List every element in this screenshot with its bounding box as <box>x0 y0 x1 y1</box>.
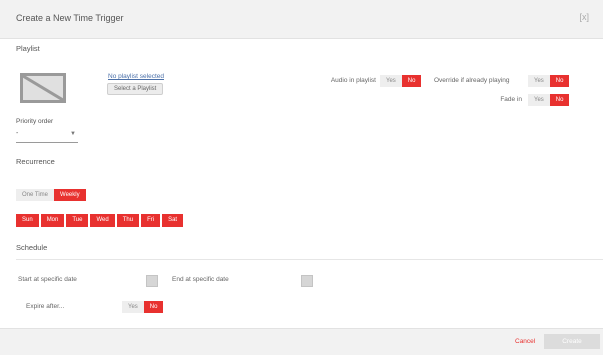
day-mon-button[interactable]: Mon <box>40 214 65 227</box>
create-button[interactable]: Create <box>544 334 600 349</box>
playlist-placeholder-icon <box>20 73 66 103</box>
day-wed-button[interactable]: Wed <box>90 214 115 227</box>
expire-yes-button[interactable]: Yes <box>122 301 144 313</box>
playlist-section-label: Playlist <box>16 44 40 53</box>
create-time-trigger-dialog: Create a New Time Trigger [x] Playlist N… <box>0 0 603 355</box>
fade-no-button[interactable]: No <box>549 94 570 106</box>
recurrence-label: Recurrence <box>16 157 55 166</box>
selected-playlist-link[interactable]: No playlist selected <box>108 73 164 80</box>
weekday-buttons: Sun Mon Tue Wed Thu Fri Sat <box>16 214 184 227</box>
recurrence-mode-toggle: One Time Weekly <box>16 189 86 201</box>
start-date-label: Start at specific date <box>18 276 77 283</box>
select-playlist-button[interactable]: Select a Playlist <box>107 83 164 95</box>
expire-no-button[interactable]: No <box>143 301 164 313</box>
override-option-label: Override if already playing <box>434 77 510 84</box>
day-fri-button[interactable]: Fri <box>141 214 161 227</box>
fade-yes-button[interactable]: Yes <box>528 94 550 106</box>
expire-toggle: Yes No <box>122 301 164 313</box>
dialog-footer: Cancel Create <box>0 328 603 355</box>
priority-label: Priority order <box>16 118 54 125</box>
audio-option-label: Audio in playlist <box>330 77 376 84</box>
fade-option-label: Fade in <box>500 96 522 103</box>
override-yes-button[interactable]: Yes <box>528 75 550 87</box>
end-date-checkbox[interactable] <box>301 275 313 287</box>
schedule-label: Schedule <box>16 243 48 252</box>
start-date-checkbox[interactable] <box>146 275 158 287</box>
override-no-button[interactable]: No <box>549 75 570 87</box>
audio-no-button[interactable]: No <box>401 75 422 87</box>
day-sun-button[interactable]: Sun <box>16 214 39 227</box>
day-sat-button[interactable]: Sat <box>162 214 184 227</box>
close-icon[interactable]: [x] <box>579 12 589 22</box>
audio-yes-button[interactable]: Yes <box>380 75 402 87</box>
end-date-label: End at specific date <box>172 276 229 283</box>
schedule-divider <box>16 259 603 260</box>
dialog-header: Create a New Time Trigger [x] <box>0 0 603 39</box>
expire-label: Expire after... <box>26 303 65 310</box>
audio-toggle: Yes No <box>380 75 422 87</box>
override-toggle: Yes No <box>528 75 570 87</box>
day-tue-button[interactable]: Tue <box>66 214 89 227</box>
cancel-button[interactable]: Cancel <box>515 338 535 345</box>
fade-toggle: Yes No <box>528 94 570 106</box>
priority-value: - <box>16 130 19 137</box>
chevron-down-icon: ▼ <box>70 131 76 137</box>
recurrence-weekly-button[interactable]: Weekly <box>54 189 86 201</box>
day-thu-button[interactable]: Thu <box>116 214 140 227</box>
recurrence-one-time-button[interactable]: One Time <box>16 189 55 201</box>
priority-select[interactable]: - ▼ <box>16 130 78 143</box>
dialog-title: Create a New Time Trigger <box>16 13 124 23</box>
